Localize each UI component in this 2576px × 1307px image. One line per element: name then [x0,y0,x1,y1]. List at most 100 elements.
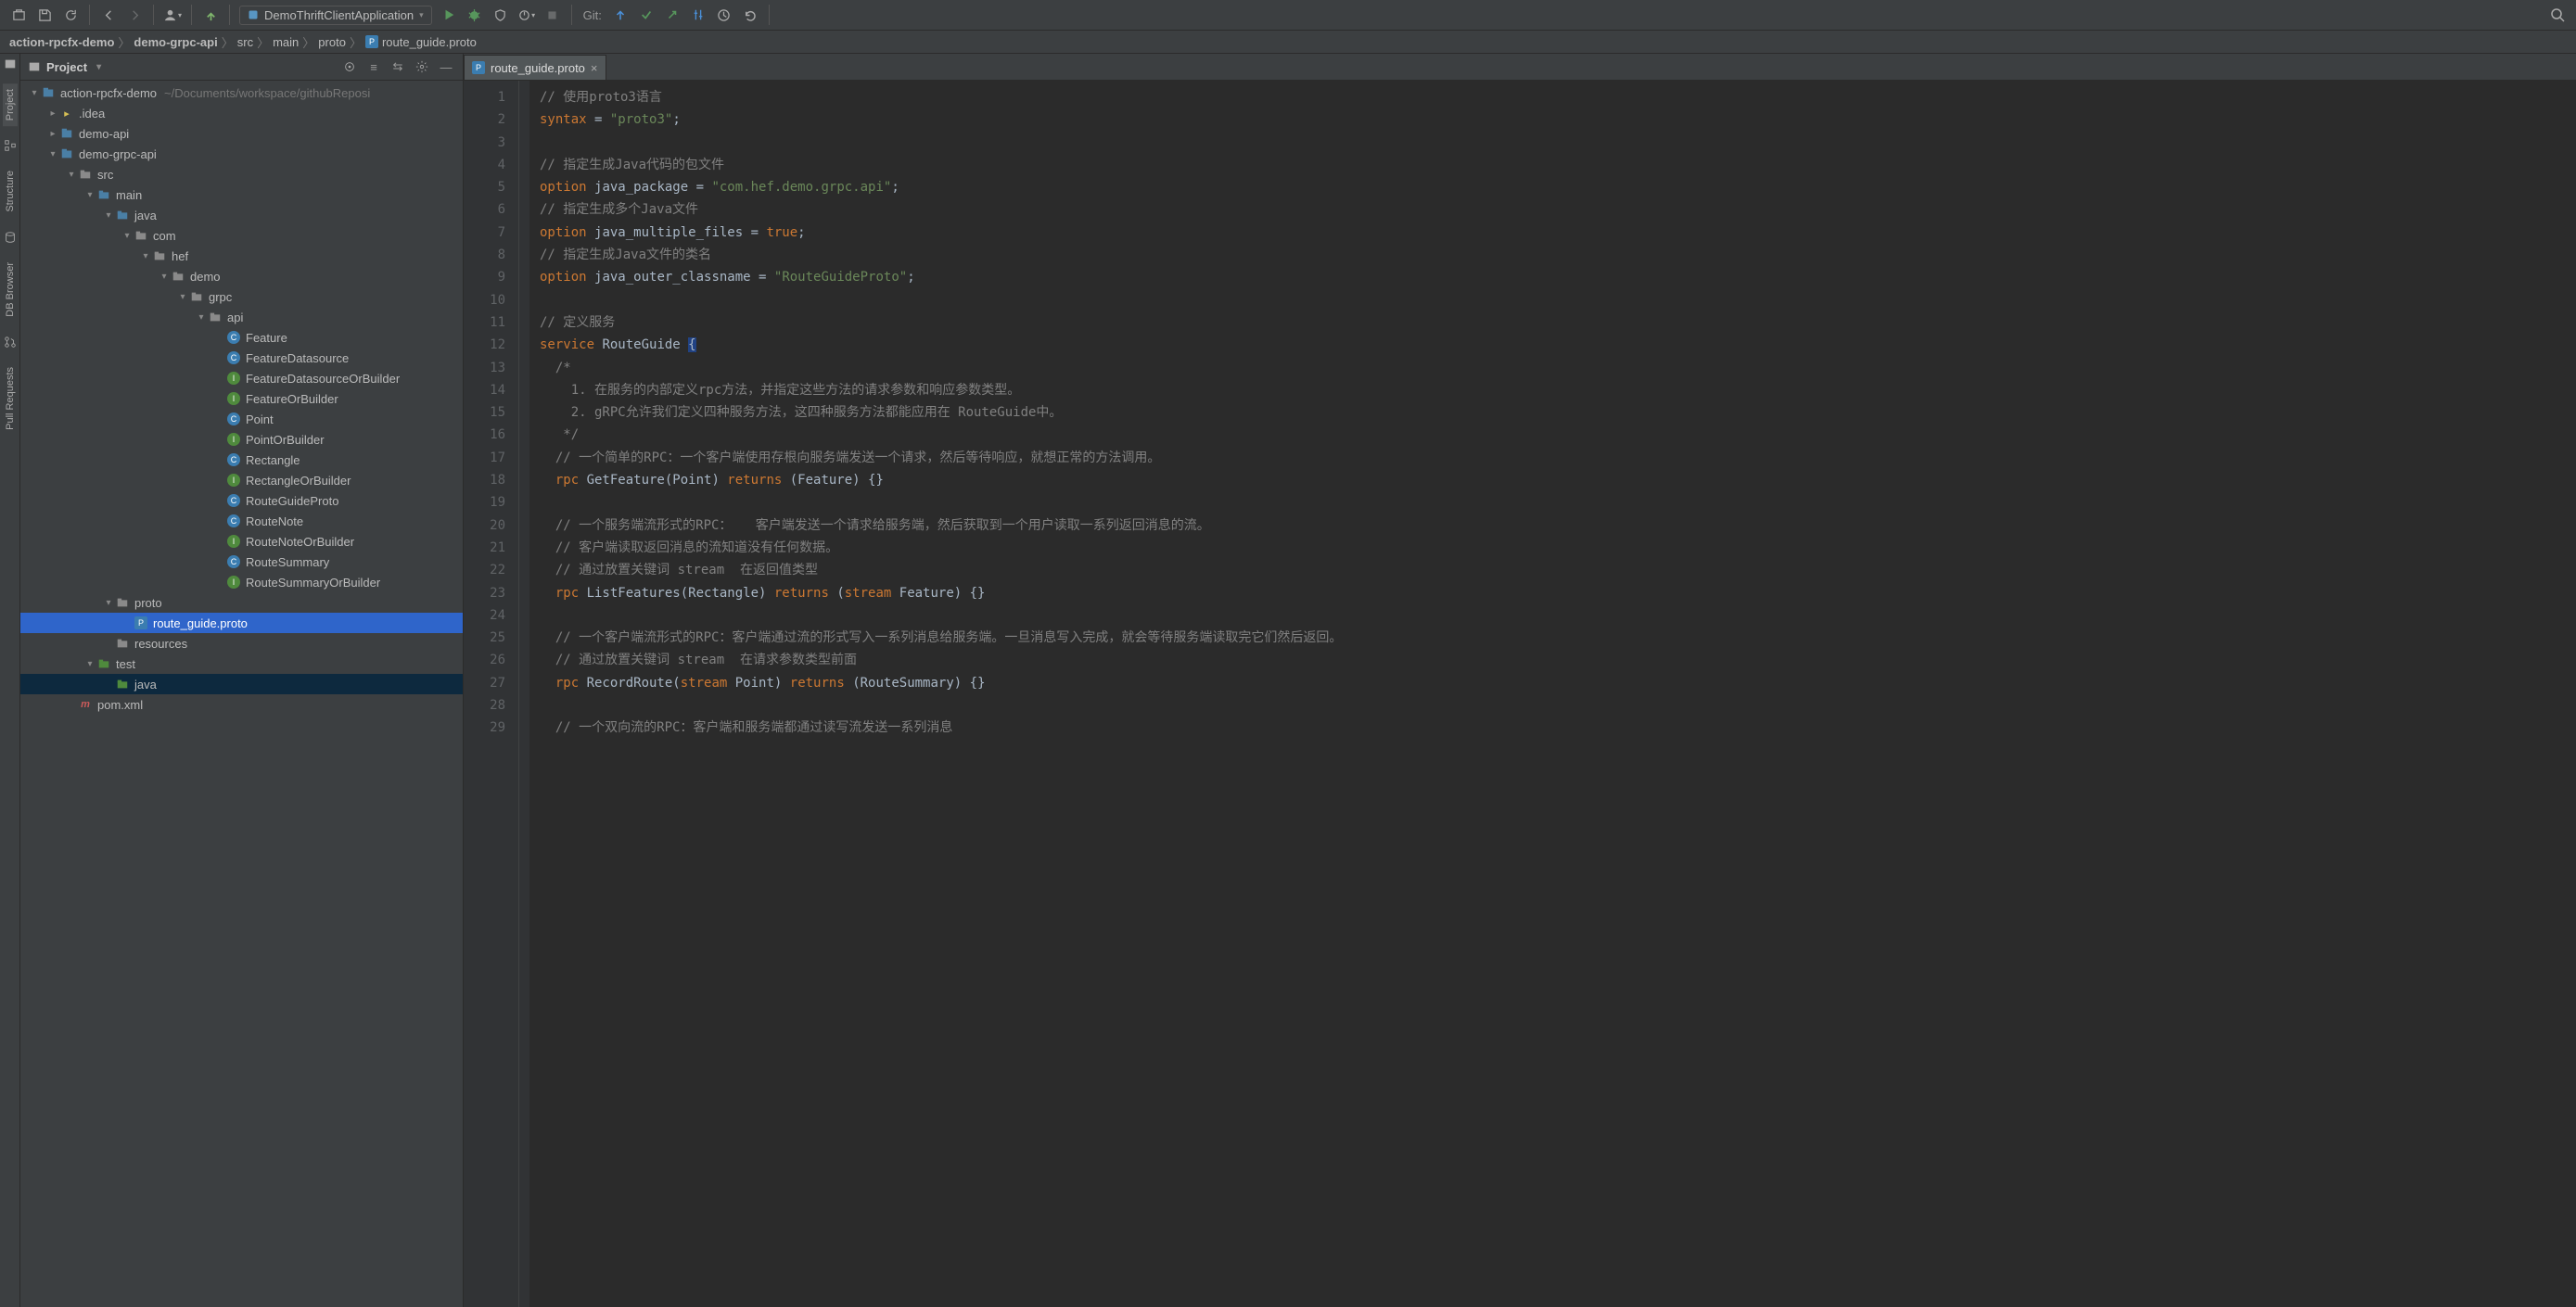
code-line[interactable]: // 通过放置关键词 stream 在请求参数类型前面 [540,649,2567,671]
run-icon[interactable] [438,4,460,26]
tree-row[interactable]: ▾proto [20,592,463,613]
tree-row[interactable]: IRectangleOrBuilder [20,470,463,490]
project-tree[interactable]: ▾action-rpcfx-demo~/Documents/workspace/… [20,81,463,1307]
profile-icon[interactable]: ▾ [516,4,538,26]
git-compare-icon[interactable] [687,4,709,26]
tree-row[interactable]: ▾hef [20,246,463,266]
code-line[interactable]: option java_multiple_files = true; [540,222,2567,244]
tree-arrow-icon[interactable]: ▾ [28,88,41,98]
tool-tab-project[interactable]: Project [3,83,18,126]
tree-arrow-icon[interactable]: ▾ [102,598,115,608]
tree-row[interactable]: CFeature [20,327,463,348]
tree-row[interactable]: IFeatureDatasourceOrBuilder [20,368,463,388]
code-line[interactable] [540,694,2567,717]
editor-body[interactable]: 1234567891011121314151617181920212223242… [464,81,2576,1307]
search-icon[interactable] [2546,4,2569,26]
structure-strip-icon[interactable] [4,139,17,152]
tree-arrow-icon[interactable]: ▾ [195,312,208,323]
code-line[interactable]: // 一个客户端流形式的RPC：客户端通过流的形式写入一系列消息给服务端。一旦消… [540,627,2567,649]
settings-icon[interactable] [413,57,431,76]
open-icon[interactable] [7,4,30,26]
save-icon[interactable] [33,4,56,26]
tree-row[interactable]: ▾java [20,205,463,225]
tree-row[interactable]: ▾src [20,164,463,184]
refresh-icon[interactable] [59,4,82,26]
tree-row[interactable]: java [20,674,463,694]
tool-tab-db[interactable]: DB Browser [3,257,18,323]
run-configuration-dropdown[interactable]: DemoThriftClientApplication ▾ [239,6,432,25]
tree-row[interactable]: CRectangle [20,450,463,470]
coverage-icon[interactable] [490,4,512,26]
debug-icon[interactable] [464,4,486,26]
project-strip-icon[interactable] [4,57,17,70]
tree-arrow-icon[interactable]: ▾ [46,149,59,159]
tree-row[interactable]: Proute_guide.proto [20,613,463,633]
tree-row[interactable]: IRouteSummaryOrBuilder [20,572,463,592]
code-line[interactable]: /* [540,357,2567,379]
code-line[interactable]: // 通过放置关键词 stream 在返回值类型 [540,559,2567,581]
code-line[interactable]: rpc RecordRoute(stream Point) returns (R… [540,672,2567,694]
tree-row[interactable]: ▾com [20,225,463,246]
tree-row[interactable]: ▾main [20,184,463,205]
tree-row[interactable]: mpom.xml [20,694,463,715]
git-update-icon[interactable] [609,4,631,26]
tree-row[interactable]: IPointOrBuilder [20,429,463,450]
code-line[interactable]: // 指定生成Java文件的类名 [540,244,2567,266]
tree-row[interactable]: ▾demo [20,266,463,286]
code-line[interactable] [540,604,2567,627]
code-line[interactable]: service RouteGuide { [540,334,2567,356]
code-line[interactable]: // 一个双向流的RPC：客户端和服务端都通过读写流发送一系列消息 [540,717,2567,739]
code-line[interactable]: // 一个服务端流形式的RPC： 客户端发送一个请求给服务端，然后获取到一个用户… [540,514,2567,537]
pr-strip-icon[interactable] [4,336,17,349]
back-icon[interactable] [97,4,120,26]
breadcrumb-item[interactable]: main [273,35,299,49]
code-line[interactable]: syntax = "proto3"; [540,108,2567,131]
build-icon[interactable] [199,4,222,26]
breadcrumb-item[interactable]: P route_guide.proto [365,35,477,49]
tree-arrow-icon[interactable]: ▸ [46,108,59,119]
expand-icon[interactable]: ≡ [364,57,383,76]
editor-tab[interactable]: P route_guide.proto × [464,55,606,80]
user-icon[interactable]: ▾ [161,4,184,26]
tree-row[interactable]: IRouteNoteOrBuilder [20,531,463,552]
tree-arrow-icon[interactable]: ▾ [139,251,152,261]
tree-row[interactable]: CFeatureDatasource [20,348,463,368]
db-strip-icon[interactable] [4,231,17,244]
code-line[interactable]: // 使用proto3语言 [540,86,2567,108]
tree-row[interactable]: ▸▸.idea [20,103,463,123]
code-line[interactable]: // 客户端读取返回消息的流知道没有任何数据。 [540,537,2567,559]
tree-row[interactable]: CRouteGuideProto [20,490,463,511]
tree-row[interactable]: ▸demo-api [20,123,463,144]
breadcrumb-item[interactable]: action-rpcfx-demo [9,35,114,49]
tree-row[interactable]: ▾test [20,654,463,674]
code-line[interactable]: // 一个简单的RPC：一个客户端使用存根向服务端发送一个请求，然后等待响应，就… [540,447,2567,469]
git-push-icon[interactable] [661,4,683,26]
stop-icon[interactable] [542,4,564,26]
close-icon[interactable]: × [591,61,598,75]
code-line[interactable]: */ [540,424,2567,446]
tree-arrow-icon[interactable]: ▾ [176,292,189,302]
collapse-icon[interactable]: ⇆ [389,57,407,76]
forward-icon[interactable] [123,4,146,26]
tree-arrow-icon[interactable]: ▾ [121,231,134,241]
tree-row[interactable]: ▾demo-grpc-api [20,144,463,164]
tree-arrow-icon[interactable]: ▸ [46,129,59,139]
git-history-icon[interactable] [713,4,735,26]
code-line[interactable]: option java_package = "com.hef.demo.grpc… [540,176,2567,198]
tree-row[interactable]: ▾grpc [20,286,463,307]
tree-row[interactable]: ▾action-rpcfx-demo~/Documents/workspace/… [20,82,463,103]
breadcrumb-item[interactable]: src [237,35,253,49]
tree-arrow-icon[interactable]: ▾ [83,659,96,669]
code-line[interactable]: 1. 在服务的内部定义rpc方法，并指定这些方法的请求参数和响应参数类型。 [540,379,2567,401]
code-line[interactable]: option java_outer_classname = "RouteGuid… [540,266,2567,288]
breadcrumb-item[interactable]: proto [318,35,346,49]
tree-row[interactable]: IFeatureOrBuilder [20,388,463,409]
locate-icon[interactable] [340,57,359,76]
code-line[interactable]: rpc ListFeatures(Rectangle) returns (str… [540,582,2567,604]
git-commit-icon[interactable] [635,4,657,26]
tree-arrow-icon[interactable]: ▾ [102,210,115,221]
tool-tab-pr[interactable]: Pull Requests [3,362,18,436]
tree-row[interactable]: CPoint [20,409,463,429]
tree-row[interactable]: CRouteSummary [20,552,463,572]
code-line[interactable] [540,132,2567,154]
